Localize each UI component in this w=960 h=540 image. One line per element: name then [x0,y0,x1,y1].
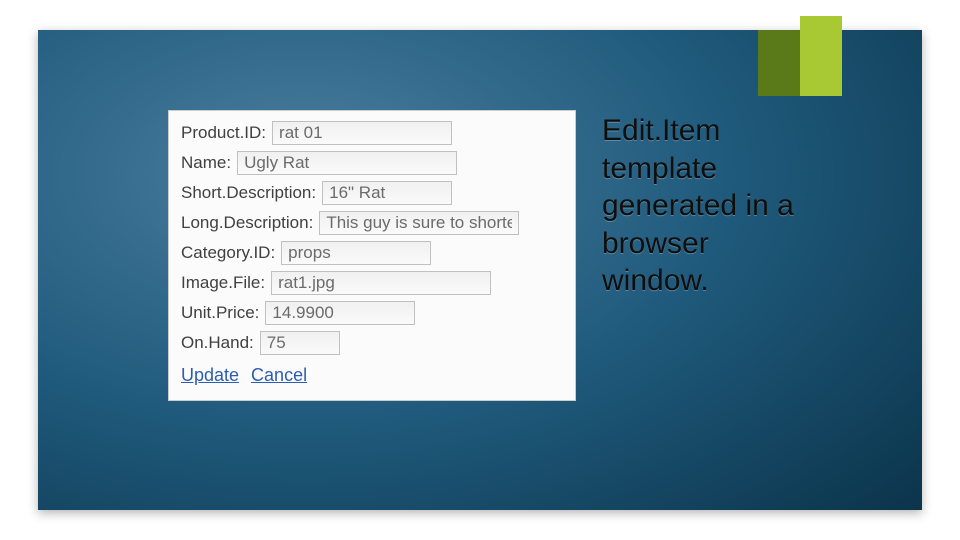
label-unit-price: Unit.Price: [181,303,259,323]
label-category-id: Category.ID: [181,243,275,263]
label-product-id: Product.ID: [181,123,266,143]
row-on-hand: On.Hand: [181,331,563,355]
input-on-hand[interactable] [260,331,340,355]
slide: Product.ID: Name: Short.Description: Lon… [38,30,922,510]
input-image-file[interactable] [271,271,491,295]
label-long-desc: Long.Description: [181,213,313,233]
label-image-file: Image.File: [181,273,265,293]
caption-text: Edit.Item template generated in a browse… [602,110,812,401]
row-image-file: Image.File: [181,271,563,295]
row-short-desc: Short.Description: [181,181,563,205]
cancel-link[interactable]: Cancel [251,365,307,386]
row-name: Name: [181,151,563,175]
input-name[interactable] [237,151,457,175]
edit-item-form: Product.ID: Name: Short.Description: Lon… [168,110,576,401]
decor-bars [758,30,842,96]
label-on-hand: On.Hand: [181,333,254,353]
input-long-desc[interactable] [319,211,519,235]
input-short-desc[interactable] [322,181,452,205]
input-unit-price[interactable] [265,301,415,325]
input-product-id[interactable] [272,121,452,145]
row-long-desc: Long.Description: [181,211,563,235]
decor-bar-dark [758,30,800,96]
row-category-id: Category.ID: [181,241,563,265]
page: Product.ID: Name: Short.Description: Lon… [0,0,960,540]
row-product-id: Product.ID: [181,121,563,145]
label-short-desc: Short.Description: [181,183,316,203]
input-category-id[interactable] [281,241,431,265]
label-name: Name: [181,153,231,173]
decor-bar-light [800,16,842,96]
content: Product.ID: Name: Short.Description: Lon… [168,110,812,401]
update-link[interactable]: Update [181,365,239,386]
row-unit-price: Unit.Price: [181,301,563,325]
form-actions: Update Cancel [181,365,563,386]
